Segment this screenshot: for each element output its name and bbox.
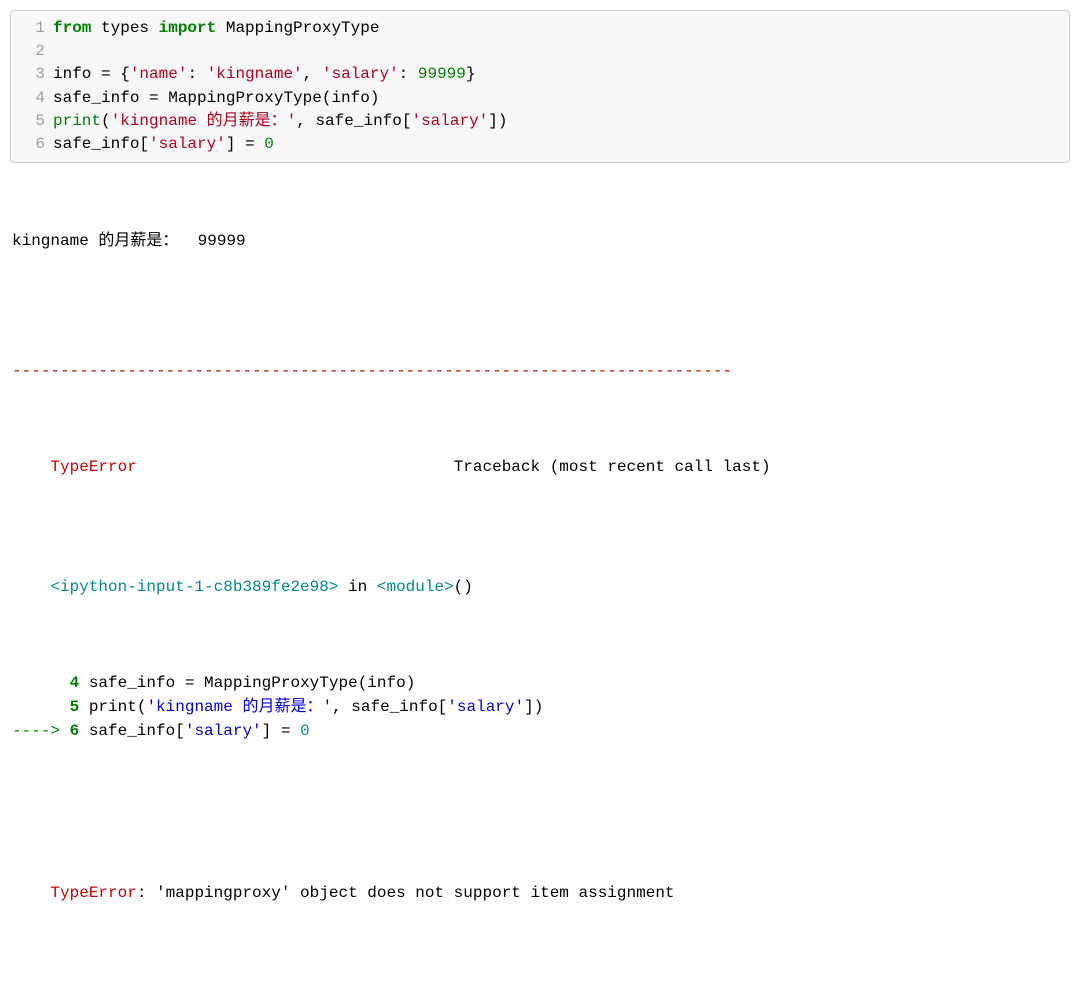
traceback-frame-location: <ipython-input-1-c8b389fe2e98> in <modul… — [12, 551, 1068, 623]
code-line: 6safe_info['salary'] = 0 — [11, 133, 1069, 156]
traceback-arrow: ----> — [12, 722, 70, 740]
traceback-line: ----> 6 safe_info['salary'] = 0 — [12, 719, 1068, 743]
line-number: 6 — [11, 133, 53, 156]
traceback-indent — [12, 698, 70, 716]
traceback-spacer — [137, 458, 454, 476]
stdout-line: kingname 的月薪是： 99999 — [12, 229, 1068, 253]
traceback-line: 5 print('kingname 的月薪是：', safe_info['sal… — [12, 695, 1068, 719]
traceback-lineno: 4 — [70, 674, 80, 692]
code-line: 4safe_info = MappingProxyType(info) — [11, 87, 1069, 110]
traceback-line: 4 safe_info = MappingProxyType(info) — [12, 671, 1068, 695]
input-code-cell: 1from types import MappingProxyType23inf… — [10, 10, 1070, 163]
traceback-indent — [12, 674, 70, 692]
traceback-separator: ----------------------------------------… — [12, 359, 1068, 383]
code-line: 3info = {'name': 'kingname', 'salary': 9… — [11, 63, 1069, 86]
code-line: 2 — [11, 40, 1069, 63]
line-number: 4 — [11, 87, 53, 110]
traceback-lineno: 6 — [70, 722, 80, 740]
line-number: 2 — [11, 40, 53, 63]
code-source: info = {'name': 'kingname', 'salary': 99… — [53, 63, 1069, 86]
code-source: safe_info['salary'] = 0 — [53, 133, 1069, 156]
line-number: 1 — [11, 17, 53, 40]
traceback-lineno: 5 — [70, 698, 80, 716]
traceback-final: TypeError: 'mappingproxy' object does no… — [12, 857, 1068, 929]
line-number: 5 — [11, 110, 53, 133]
traceback-recent: Traceback (most recent call last) — [454, 458, 771, 476]
code-source: print('kingname 的月薪是：', safe_info['salar… — [53, 110, 1069, 133]
line-number: 3 — [11, 63, 53, 86]
code-line: 1from types import MappingProxyType — [11, 17, 1069, 40]
error-name: TypeError — [50, 458, 136, 476]
code-line: 5print('kingname 的月薪是：', safe_info['sala… — [11, 110, 1069, 133]
code-source: safe_info = MappingProxyType(info) — [53, 87, 1069, 110]
output-area: kingname 的月薪是： 99999 -------------------… — [10, 177, 1070, 971]
frame-file: <ipython-input-1-c8b389fe2e98> — [50, 578, 338, 596]
traceback-header: TypeError Traceback (most recent call la… — [12, 431, 1068, 503]
frame-module: <module> — [377, 578, 454, 596]
error-name-final: TypeError — [50, 884, 136, 902]
error-message: : 'mappingproxy' object does not support… — [137, 884, 675, 902]
code-source: from types import MappingProxyType — [53, 17, 1069, 40]
traceback-body: 4 safe_info = MappingProxyType(info) 5 p… — [12, 671, 1068, 743]
code-source — [53, 40, 1069, 63]
